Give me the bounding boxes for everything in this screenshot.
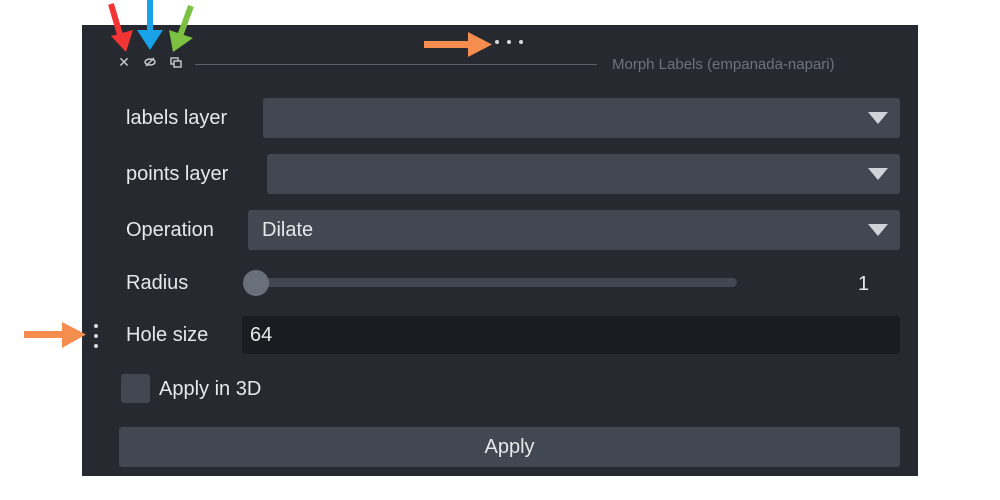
close-icon[interactable]: ✕ <box>117 55 131 69</box>
widget-title: Morph Labels (empanada-napari) <box>612 56 835 73</box>
operation-value: Dilate <box>262 219 314 241</box>
screenshot-canvas: ✕ Morph Labels (empanada-napari) labels … <box>0 0 1000 500</box>
hide-icon[interactable] <box>143 55 157 69</box>
drag-handle-icon[interactable] <box>93 324 99 348</box>
hide-icon-glyph <box>144 57 156 67</box>
annotation-arrows-top <box>108 0 194 52</box>
points-layer-label: points layer <box>126 163 229 185</box>
orange-annotation-arrow-top <box>424 32 492 57</box>
operation-dropdown[interactable]: Dilate <box>248 210 900 250</box>
labels-layer-dropdown[interactable] <box>263 98 900 138</box>
hole-size-value: 64 <box>250 324 273 346</box>
dock-title-bar[interactable]: ✕ Morph Labels (empanada-napari) <box>82 25 918 87</box>
float-icon-glyph <box>170 56 182 68</box>
chevron-down-icon <box>868 168 888 180</box>
hole-size-label: Hole size <box>126 324 209 346</box>
points-layer-dropdown[interactable] <box>267 154 900 194</box>
operation-label: Operation <box>126 219 214 241</box>
radius-value: 1 <box>858 273 870 295</box>
red-annotation-arrow <box>108 3 124 39</box>
apply-button-label: Apply <box>484 435 535 458</box>
apply-in-3d-checkbox[interactable] <box>121 374 150 403</box>
more-options-icon[interactable] <box>495 37 523 47</box>
float-icon[interactable] <box>169 55 183 69</box>
apply-in-3d-label[interactable]: Apply in 3D <box>159 378 261 401</box>
hole-size-input[interactable]: 64 <box>242 316 900 354</box>
chevron-down-icon <box>868 112 888 124</box>
morph-labels-dock-widget: ✕ Morph Labels (empanada-napari) labels … <box>82 25 918 476</box>
apply-button[interactable]: Apply <box>119 427 900 467</box>
title-separator-line <box>195 64 597 65</box>
radius-slider-track[interactable] <box>245 278 737 287</box>
green-annotation-arrow <box>177 4 194 38</box>
radius-slider-handle[interactable] <box>243 270 269 296</box>
orange-annotation-arrow-left <box>24 322 86 348</box>
radius-label: Radius <box>126 272 189 294</box>
chevron-down-icon <box>868 224 888 236</box>
labels-layer-label: labels layer <box>126 107 228 129</box>
